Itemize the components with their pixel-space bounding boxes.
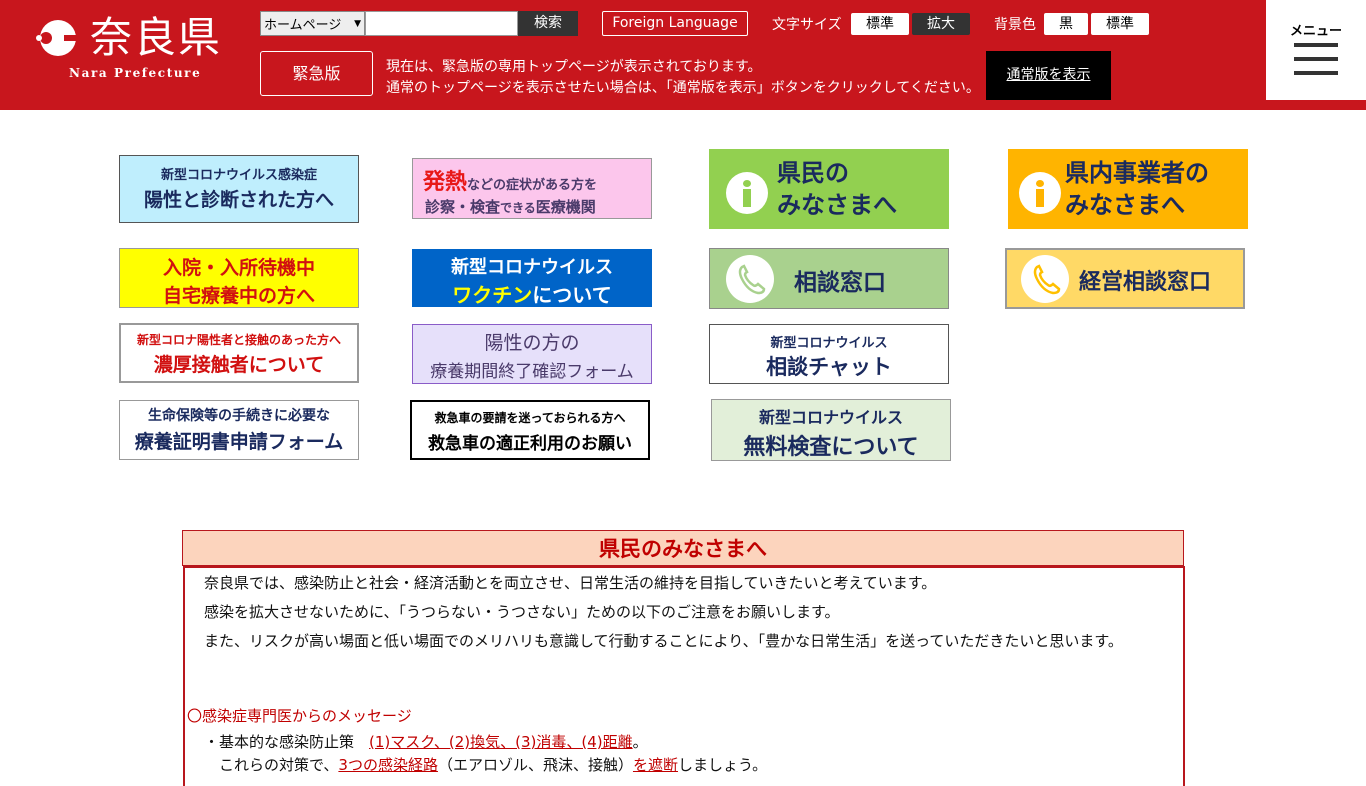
site-header: 奈良県 Nara Prefecture ホームページ ▼ 検索 Foreign … (0, 0, 1366, 110)
banner-line: 新型コロナウイルス (758, 408, 903, 427)
paragraph: 感染を拡大させないために、「うつらない・うつさない」ための以下のご注意をお願いし… (189, 603, 840, 621)
banner-close-contact[interactable]: 新型コロナ陽性者と接触のあった方へ 濃厚接触者について (119, 323, 359, 383)
route-prefix: これらの対策で、 (189, 756, 339, 774)
banner-line: 療養期間終了確認フォーム (430, 362, 634, 382)
search-scope-value: ホームページ (264, 18, 342, 33)
route-middle: （エアロゾル、飛沫、接触） (437, 756, 633, 774)
background-color-label: 背景色 (994, 17, 1036, 33)
search-scope-select[interactable]: ホームページ ▼ (260, 11, 365, 36)
banner-line: 経営相談窓口 (1079, 270, 1212, 295)
basic-measures-prefix: ・基本的な感染防止策 (189, 733, 370, 751)
banner-line: 診察・検査 (425, 198, 501, 216)
block-route-link[interactable]: を遮断 (633, 756, 678, 774)
banner-line: 入院・入所待機中 (162, 257, 315, 279)
phone-icon (726, 255, 774, 303)
banner-line: 濃厚接触者について (153, 354, 325, 376)
banner-line: 無料検査について (743, 435, 919, 460)
banner-line: 療養証明書申請フォーム (134, 431, 344, 453)
info-icon (726, 172, 768, 214)
banner-emphasis: ワクチン (452, 283, 533, 307)
route-suffix: しましょう。 (677, 756, 768, 774)
banner-vaccine[interactable]: 新型コロナウイルス ワクチンについて (412, 249, 652, 307)
banner-line: 自宅療養中の方へ (162, 285, 315, 307)
banner-line: 救急車の要請を迷っておられる方へ (434, 411, 626, 425)
notice-line-2: 通常のトップページを表示させたい場合は、「通常版を表示」ボタンをクリックしてくだ… (386, 80, 980, 96)
banner-line: 陽性の方の (484, 332, 580, 354)
info-icon (1019, 172, 1061, 214)
banner-line: 生命保険等の手続きに必要な (148, 408, 330, 424)
banner-positive-diagnosis[interactable]: 新型コロナウイルス感染症 陽性と診断された方へ (119, 155, 359, 223)
banner-consult-chat[interactable]: 新型コロナウイルス 相談チャット (709, 324, 949, 384)
background-black-button[interactable]: 黒 (1044, 13, 1088, 35)
chevron-down-icon: ▼ (354, 18, 361, 29)
search-input[interactable] (365, 11, 518, 36)
notice-line-1: 現在は、緊急版の専用トップページが表示されております。 (386, 59, 762, 75)
banner-line: 陽性と診断された方へ (143, 189, 334, 211)
banner-line: できる (500, 201, 536, 215)
basic-measures-suffix: 。 (632, 733, 648, 751)
banner-consultation[interactable]: 相談窓口 (709, 248, 949, 309)
foreign-language-button[interactable]: Foreign Language (602, 11, 748, 36)
infection-route-link[interactable]: 3つの感染経路 (338, 756, 438, 774)
banner-free-testing[interactable]: 新型コロナウイルス 無料検査について (711, 399, 951, 461)
paragraph: 奈良県では、感染防止と社会・経済活動とを両立させ、日常生活の維持を目指していきた… (189, 574, 937, 592)
banner-line: 新型コロナ陽性者と接触のあった方へ (136, 333, 341, 347)
font-size-large-button[interactable]: 拡大 (912, 13, 970, 35)
banner-line: 相談チャット (766, 355, 892, 379)
expert-message-title: 〇感染症専門医からのメッセージ (187, 707, 412, 725)
basic-measures-line: ・基本的な感染防止策 (1)マスク、(2)換気、(3)消毒、(4)距離。 (189, 731, 1179, 754)
infection-route-line: これらの対策で、3つの感染経路（エアロゾル、飛沫、接触）を遮断しましょう。 (189, 754, 1179, 777)
banner-ambulance[interactable]: 救急車の要請を迷っておられる方へ 救急車の適正利用のお願い (410, 400, 650, 460)
banner-line: みなさまへ (777, 191, 897, 219)
banner-residents[interactable]: 県民の みなさまへ (709, 149, 949, 229)
search-button[interactable]: 検索 (518, 11, 578, 36)
background-standard-button[interactable]: 標準 (1091, 13, 1149, 35)
section-body: 奈良県では、感染防止と社会・経済活動とを両立させ、日常生活の維持を目指していきた… (183, 566, 1185, 786)
phone-icon (1021, 255, 1069, 303)
paragraph: また、リスクが高い場面と低い場面でのメリハリも意識して行動することにより、「豊か… (189, 632, 1123, 650)
basic-measures-link[interactable]: (1)マスク、(2)換気、(3)消毒、(4)距離 (369, 733, 633, 751)
emergency-version-button[interactable]: 緊急版 (260, 51, 373, 96)
font-size-standard-button[interactable]: 標準 (851, 13, 909, 35)
banner-business-consultation[interactable]: 経営相談窓口 (1005, 248, 1245, 309)
banner-line: について (532, 283, 612, 307)
banner-line: 県内事業者の (1065, 159, 1209, 187)
menu-button[interactable]: メニュー (1266, 0, 1366, 100)
menu-label: メニュー (1289, 24, 1342, 39)
normal-version-button[interactable]: 通常版を表示 (986, 51, 1111, 100)
banner-line: みなさまへ (1065, 191, 1185, 219)
banner-line: 相談窓口 (794, 270, 886, 296)
banner-line: 救急車の適正利用のお願い (428, 434, 632, 454)
banner-line: などの症状がある方を (467, 178, 598, 193)
site-logo[interactable]: 奈良県 Nara Prefecture (32, 13, 242, 84)
version-notice: 現在は、緊急版の専用トップページが表示されております。 通常のトップページを表示… (386, 57, 980, 99)
banner-line: 新型コロナウイルス (451, 257, 613, 278)
section-heading: 県民のみなさまへ (182, 530, 1184, 566)
banner-recovery-form[interactable]: 陽性の方の 療養期間終了確認フォーム (412, 324, 652, 384)
logo-title: 奈良県 (90, 13, 223, 62)
font-size-label: 文字サイズ (772, 17, 842, 33)
prefecture-emblem-icon (36, 20, 80, 56)
banner-fever-clinics[interactable]: 発熱などの症状がある方を 診察・検査できる医療機関 (412, 158, 652, 219)
banner-line: 新型コロナウイルス感染症 (160, 168, 317, 183)
banner-emphasis: 発熱 (423, 170, 468, 195)
logo-subtitle: Nara Prefecture (69, 66, 202, 80)
banner-line: 医療機関 (535, 198, 596, 216)
banner-line: 新型コロナウイルス (770, 336, 888, 351)
banner-line: 県民の (777, 159, 849, 187)
banner-insurance-certificate[interactable]: 生命保険等の手続きに必要な 療養証明書申請フォーム (119, 400, 359, 460)
banner-home-care[interactable]: 入院・入所待機中 自宅療養中の方へ (119, 248, 359, 308)
banner-businesses[interactable]: 県内事業者の みなさまへ (1008, 149, 1248, 229)
